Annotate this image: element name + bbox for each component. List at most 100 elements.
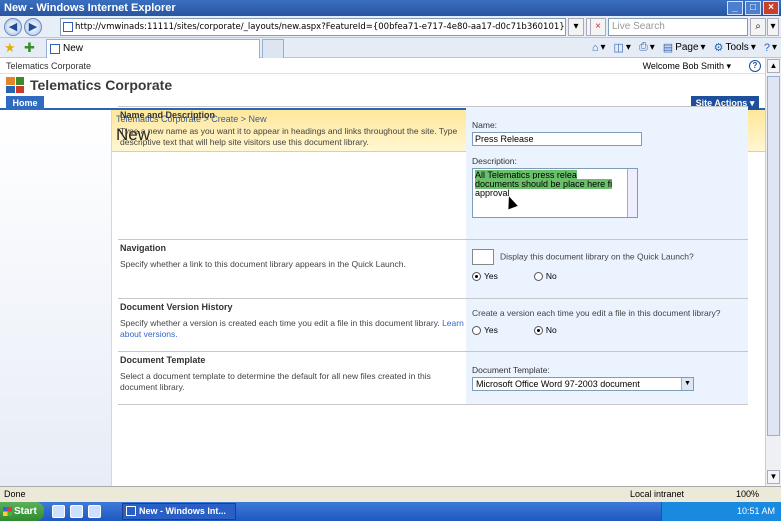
new-tab-button[interactable] xyxy=(262,39,284,58)
new-library-form: Name and Description Type a new name as … xyxy=(118,106,748,405)
chevron-down-icon: ▼ xyxy=(681,378,693,390)
taskbar-window-button[interactable]: New - Windows Int... xyxy=(122,503,236,520)
status-bar: Done Local intranet 100% xyxy=(0,486,781,502)
search-options-icon[interactable]: ▾ xyxy=(767,18,779,36)
address-toolbar: ◀ ▶ http://vmwinads:11111/sites/corporat… xyxy=(0,16,781,38)
section-heading: Document Version History xyxy=(120,302,233,312)
address-bar[interactable]: http://vmwinads:11111/sites/corporate/_l… xyxy=(60,18,566,36)
section-description: Type a new name as you want it to appear… xyxy=(120,126,458,147)
site-header: Telematics Corporate xyxy=(0,74,765,96)
section-version-history: Document Version History Specify whether… xyxy=(118,298,748,351)
feeds-button[interactable]: ◫ ▾ xyxy=(614,41,631,54)
versioning-yes-radio[interactable]: Yes xyxy=(472,325,498,335)
welcome-text: Welcome Bob Smith xyxy=(642,61,724,71)
versioning-no-radio[interactable]: No xyxy=(533,325,557,335)
radio-label: No xyxy=(545,325,557,335)
start-label: Start xyxy=(14,506,37,517)
radio-unselected xyxy=(533,271,543,281)
section-navigation: Navigation Specify whether a link to thi… xyxy=(118,239,748,298)
system-tray: 10:51 AM xyxy=(661,502,781,521)
favorites-star-icon[interactable]: ★ xyxy=(4,40,16,56)
radio-label: No xyxy=(545,271,557,281)
tools-menu-label: Tools xyxy=(725,42,749,53)
section-name-description: Name and Description Type a new name as … xyxy=(118,106,748,239)
window-title: New - Windows Internet Explorer xyxy=(4,2,176,14)
taskbar-window-label: New - Windows Int... xyxy=(139,506,226,516)
tab-home[interactable]: Home xyxy=(6,96,44,110)
add-favorites-icon[interactable]: ✚ xyxy=(24,40,35,56)
feeds-icon: ◫ xyxy=(613,42,624,54)
start-button[interactable]: Start xyxy=(0,502,44,521)
section-description: Specify whether a link to this document … xyxy=(120,259,406,269)
radio-label: Yes xyxy=(484,271,498,281)
quicklaunch-ie-icon[interactable] xyxy=(70,505,83,518)
window-title-bar: New - Windows Internet Explorer _ □ × xyxy=(0,0,781,16)
quicklaunch-desktop-icon[interactable] xyxy=(52,505,65,518)
page-menu-label: Page xyxy=(675,42,699,53)
zoom-level[interactable]: 100% xyxy=(736,487,759,502)
search-input[interactable]: Live Search xyxy=(608,18,748,36)
name-input[interactable]: Press Release xyxy=(472,132,642,146)
tab-label: New xyxy=(63,43,84,54)
quicklaunch-question: Display this document library on the Qui… xyxy=(472,249,742,265)
windows-logo-icon xyxy=(3,507,12,516)
description-label: Description: xyxy=(472,156,517,166)
search-placeholder: Live Search xyxy=(612,21,665,32)
stop-icon[interactable]: × xyxy=(590,18,606,36)
left-navigation xyxy=(0,110,112,486)
radio-unselected xyxy=(472,325,481,335)
section-description: Specify whether a version is created eac… xyxy=(120,318,464,340)
quicklaunch-media-icon[interactable] xyxy=(88,505,101,518)
clock: 10:51 AM xyxy=(736,506,775,516)
quicklaunch-no-radio[interactable]: No xyxy=(533,271,557,281)
document-template-select[interactable]: Microsoft Office Word 97-2003 document ▼ xyxy=(472,377,694,391)
description-textarea[interactable]: All Telematics press relea documents sho… xyxy=(472,168,638,218)
gear-icon: ⚙ xyxy=(713,42,724,54)
radio-selected xyxy=(472,271,481,281)
status-text: Done xyxy=(4,489,26,499)
quicklaunch-question-text: Display this document library on the Qui… xyxy=(500,251,694,262)
search-icon[interactable]: ⌕ xyxy=(750,18,766,36)
minimize-button[interactable]: _ xyxy=(727,1,743,15)
scroll-up-icon[interactable]: ▲ xyxy=(767,59,780,73)
back-button[interactable]: ◀ xyxy=(4,18,22,36)
page-scrollbar[interactable]: ▲ ▼ xyxy=(765,58,781,486)
quicklaunch-yes-radio[interactable]: Yes xyxy=(472,271,498,281)
help-icon[interactable]: ? xyxy=(749,60,761,72)
global-links-bar: Telematics Corporate Welcome Bob Smith ▾… xyxy=(0,58,765,74)
tab-new[interactable]: New xyxy=(46,39,260,58)
section-heading: Navigation xyxy=(120,243,167,253)
site-title[interactable]: Telematics Corporate xyxy=(30,77,172,93)
scroll-down-icon[interactable]: ▼ xyxy=(767,470,780,484)
section-description-text: Specify whether a version is created eac… xyxy=(120,318,440,328)
site-name-link[interactable]: Telematics Corporate xyxy=(6,58,91,74)
section-document-template: Document Template Select a document temp… xyxy=(118,351,748,405)
address-url: http://vmwinads:11111/sites/corporate/_l… xyxy=(75,22,566,32)
security-zone: Local intranet xyxy=(630,489,685,499)
versioning-question: Create a version each time you edit a fi… xyxy=(472,308,721,318)
section-heading: Name and Description xyxy=(120,110,216,120)
tools-menu[interactable]: ⚙ Tools ▾ xyxy=(714,41,756,54)
section-heading: Document Template xyxy=(120,355,206,365)
name-label: Name: xyxy=(472,120,498,130)
scrollbar-thumb[interactable] xyxy=(767,76,780,436)
print-button[interactable]: ⎙ ▾ xyxy=(639,41,655,54)
sharepoint-logo-icon xyxy=(6,77,24,93)
close-button[interactable]: × xyxy=(763,1,779,15)
welcome-menu[interactable]: Welcome Bob Smith ▾ xyxy=(643,58,731,74)
maximize-button[interactable]: □ xyxy=(745,1,761,15)
page-icon xyxy=(50,44,60,54)
page-icon: ▤ xyxy=(662,42,674,54)
help-icon: ? xyxy=(763,41,770,54)
forward-button[interactable]: ▶ xyxy=(24,18,42,36)
page-menu[interactable]: ▤ Page ▾ xyxy=(663,41,706,54)
textarea-scrollbar[interactable] xyxy=(627,169,637,217)
taskbar: Start New - Windows Int... 10:51 AM xyxy=(0,502,781,521)
home-button[interactable]: ⌂ ▾ xyxy=(592,41,606,54)
page-icon xyxy=(63,22,73,32)
home-icon: ⌂ xyxy=(591,41,599,54)
print-icon: ⎙ xyxy=(638,41,648,53)
help-button[interactable]: ? ▾ xyxy=(764,41,777,54)
address-dropdown-icon[interactable]: ▾ xyxy=(568,18,584,36)
template-label: Document Template: xyxy=(472,365,550,375)
